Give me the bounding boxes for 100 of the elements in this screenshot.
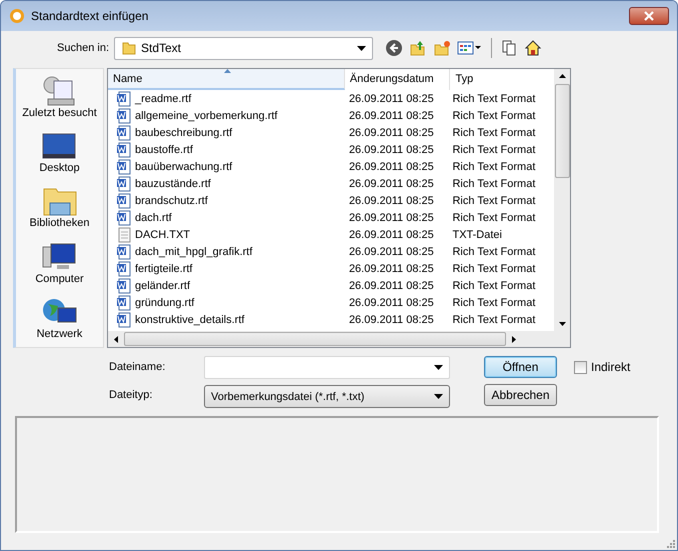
file-name[interactable]: bauüberwachung.rtf [135,160,232,172]
file-date: 26.09.2011 08:25 [348,314,434,326]
places-item[interactable]: Desktop [39,130,80,182]
look-in-value: StdText [141,41,182,55]
file-date: 26.09.2011 08:25 [348,178,434,190]
word-document-icon [116,124,132,140]
file-name[interactable]: dach_mit_hpgl_grafik.rtf [135,246,252,258]
file-type: Rich Text Format [452,178,536,190]
file-type: Rich Text Format [452,92,536,104]
file-date: 26.09.2011 08:25 [348,228,434,240]
text-file-icon [116,226,132,242]
file-date: 26.09.2011 08:25 [348,246,434,258]
scroll-up-icon[interactable] [558,74,566,78]
file-type: Rich Text Format [452,296,536,308]
file-date: 26.09.2011 08:25 [348,144,434,156]
file-type: Rich Text Format [452,110,536,122]
word-document-icon [116,90,132,106]
file-date: 26.09.2011 08:25 [348,160,434,172]
file-type: Rich Text Format [452,246,536,258]
new-folder-icon[interactable] [433,39,451,57]
file-name[interactable]: baubeschreibung.rtf [135,126,232,138]
file-type: Rich Text Format [452,160,536,172]
word-document-icon [116,260,132,276]
recent-places-icon [42,75,78,107]
places-item[interactable]: Zuletzt besucht [22,75,97,126]
indirect-checkbox[interactable] [574,360,587,374]
scroll-down-icon[interactable] [558,322,566,326]
word-document-icon [116,312,132,328]
close-button[interactable] [629,7,669,25]
cancel-button[interactable]: Abbrechen [484,384,557,406]
file-type: Rich Text Format [452,280,536,292]
scroll-thumb[interactable] [124,332,506,346]
indirect-label: Indirekt [591,360,630,374]
look-in-dropdown[interactable]: StdText [114,36,373,60]
word-document-icon [116,142,132,158]
file-name[interactable]: DACH.TXT [135,228,190,240]
look-in-label: Suchen in: [56,42,110,54]
file-name[interactable]: bauzustände.rtf [135,178,211,190]
word-document-icon [116,210,132,226]
file-type: Rich Text Format [452,314,536,326]
file-name[interactable]: baustoffe.rtf [135,144,193,156]
scroll-thumb[interactable] [554,84,570,178]
vertical-scrollbar[interactable] [554,69,570,331]
open-button[interactable]: Öffnen [484,356,557,378]
file-type: Rich Text Format [452,126,536,138]
horizontal-scrollbar[interactable] [108,331,570,347]
column-header[interactable]: Name [108,69,345,90]
copy-icon[interactable] [500,39,518,57]
home-icon[interactable] [524,39,542,57]
scroll-left-icon[interactable] [114,336,118,342]
file-date: 26.09.2011 08:25 [348,262,434,274]
word-document-icon [116,108,132,124]
file-name[interactable]: geländer.rtf [135,280,190,292]
folder-icon [121,40,137,56]
file-date: 26.09.2011 08:25 [348,212,434,224]
places-item[interactable]: Computer [35,240,84,292]
file-name[interactable]: _readme.rtf [135,92,192,104]
sort-arrow-icon [224,69,231,73]
word-document-icon [116,158,132,174]
view-menu-icon[interactable] [457,39,483,57]
places-item[interactable]: Netzwerk [36,296,82,348]
caret-icon [434,365,443,370]
file-name-field[interactable] [204,356,450,379]
file-type: Rich Text Format [452,144,536,156]
app-icon [9,8,25,24]
word-document-icon [116,244,132,260]
places-item[interactable]: Bibliotheken [30,185,90,237]
file-name[interactable]: gründung.rtf [135,296,194,308]
up-folder-icon[interactable] [409,39,427,57]
file-type: Rich Text Format [452,212,536,224]
word-document-icon [116,192,132,208]
caret-icon [357,46,366,50]
file-type-dropdown[interactable]: Vorbemerkungsdatei (*.rtf, *.txt) [204,385,450,408]
close-icon [643,11,655,21]
file-date: 26.09.2011 08:25 [348,92,434,104]
word-document-icon [116,278,132,294]
scroll-right-icon[interactable] [512,336,516,342]
file-name[interactable]: dach.rtf [135,212,172,224]
file-date: 26.09.2011 08:25 [348,194,434,206]
file-type: Rich Text Format [452,194,536,206]
column-header[interactable]: Änderungsdatum [344,69,450,90]
file-name[interactable]: allgemeine_vorbemerkung.rtf [135,110,278,122]
file-name[interactable]: brandschutz.rtf [135,194,208,206]
word-document-icon [116,176,132,192]
file-date: 26.09.2011 08:25 [348,296,434,308]
file-date: 26.09.2011 08:25 [348,110,434,122]
file-name[interactable]: konstruktive_details.rtf [135,314,244,326]
word-document-icon [116,294,132,310]
file-type: Rich Text Format [452,262,536,274]
file-date: 26.09.2011 08:25 [348,280,434,292]
caret-icon [434,394,443,399]
resize-grip-icon[interactable] [665,538,675,548]
file-name[interactable]: fertigteile.rtf [135,262,192,274]
back-icon[interactable] [385,39,403,57]
window-title: Standardtext einfügen [31,9,150,23]
file-date: 26.09.2011 08:25 [348,126,434,138]
file-type: TXT-Datei [452,228,502,240]
file-name-label: Dateiname: [109,361,166,373]
file-type-label: Dateityp: [109,389,154,401]
column-header[interactable]: Typ [450,69,554,90]
